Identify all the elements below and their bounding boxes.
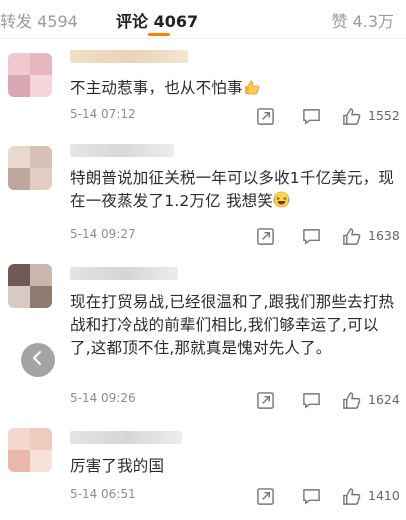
reply-icon[interactable] bbox=[300, 389, 322, 411]
comment-meta: 5-14 09:26 1624 bbox=[70, 389, 406, 411]
comment-meta: 5-14 09:27 1638 bbox=[70, 225, 406, 247]
comment-item: 现在打贸易战,已经很温和了,跟我们那些去打热战和打冷战的前辈们相比,我们够幸运了… bbox=[0, 254, 406, 418]
tab-repost[interactable]: 转发 4594 bbox=[0, 8, 78, 32]
reply-icon[interactable] bbox=[300, 485, 322, 507]
comment-time: 5-14 07:12 bbox=[70, 107, 136, 121]
like-icon[interactable] bbox=[340, 389, 362, 411]
like-count: 1624 bbox=[368, 392, 400, 407]
comment-text: 特朗普说加征关税一年可以多收1千亿美元，现在一夜蒸发了1.2万亿 我想笑 bbox=[70, 167, 398, 215]
share-icon[interactable] bbox=[254, 225, 276, 247]
username[interactable] bbox=[70, 267, 178, 280]
chevron-left-icon bbox=[31, 350, 45, 370]
like-icon[interactable] bbox=[340, 105, 362, 127]
avatar[interactable] bbox=[8, 264, 52, 308]
like-count: 1410 bbox=[368, 488, 400, 503]
like-count: 1552 bbox=[368, 108, 400, 123]
like-icon[interactable] bbox=[340, 225, 362, 247]
avatar[interactable] bbox=[8, 53, 52, 97]
thumbs-up-emoji bbox=[243, 79, 261, 102]
username[interactable] bbox=[70, 50, 188, 63]
reply-icon[interactable] bbox=[300, 225, 322, 247]
avatar[interactable] bbox=[8, 146, 52, 190]
comment-text-content: 厉害了我的国 bbox=[70, 457, 165, 475]
comment-item: 不主动惹事，也从不怕事 5-14 07:12 1552 bbox=[0, 38, 406, 134]
reply-icon[interactable] bbox=[300, 105, 322, 127]
like-count: 1638 bbox=[368, 228, 400, 243]
tab-like[interactable]: 赞 4.3万 bbox=[331, 8, 394, 32]
username[interactable] bbox=[70, 144, 174, 157]
back-button[interactable] bbox=[21, 343, 55, 377]
comment-time: 5-14 06:51 bbox=[70, 487, 136, 501]
like-icon[interactable] bbox=[340, 485, 362, 507]
comment-item: 特朗普说加征关税一年可以多收1千亿美元，现在一夜蒸发了1.2万亿 我想笑 5-1… bbox=[0, 134, 406, 254]
comment-text: 现在打贸易战,已经很温和了,跟我们那些去打热战和打冷战的前辈们相比,我们够幸运了… bbox=[70, 291, 398, 360]
comment-text-content: 特朗普说加征关税一年可以多收1千亿美元，现在一夜蒸发了1.2万亿 我想笑 bbox=[70, 169, 395, 210]
tab-like-label: 赞 bbox=[331, 12, 348, 31]
avatar[interactable] bbox=[8, 428, 52, 472]
tab-like-count: 4.3万 bbox=[352, 12, 394, 31]
comment-meta: 5-14 07:12 1552 bbox=[70, 105, 406, 127]
comment-meta: 5-14 06:51 1410 bbox=[70, 485, 406, 507]
tab-comment[interactable]: 评论 4067 bbox=[116, 8, 198, 32]
comment-text-content: 现在打贸易战,已经很温和了,跟我们那些去打热战和打冷战的前辈们相比,我们够幸运了… bbox=[70, 293, 395, 357]
tab-comment-count: 4067 bbox=[153, 12, 199, 31]
comment-time: 5-14 09:27 bbox=[70, 227, 136, 241]
share-icon[interactable] bbox=[254, 389, 276, 411]
comment-tabs: 转发 4594 评论 4067 赞 4.3万 bbox=[0, 0, 406, 39]
tab-repost-count: 4594 bbox=[37, 12, 78, 31]
tab-comment-label: 评论 bbox=[116, 12, 149, 31]
tab-repost-label: 转发 bbox=[0, 12, 33, 31]
share-icon[interactable] bbox=[254, 485, 276, 507]
comment-text: 厉害了我的国 bbox=[70, 455, 398, 478]
username[interactable] bbox=[70, 431, 182, 444]
active-tab-indicator bbox=[148, 33, 170, 36]
comment-time: 5-14 09:26 bbox=[70, 391, 136, 405]
comment-text-content: 不主动惹事，也从不怕事 bbox=[70, 79, 243, 97]
share-icon[interactable] bbox=[254, 105, 276, 127]
laughing-crying-emoji bbox=[273, 191, 290, 215]
comment-item: 厉害了我的国 5-14 06:51 1410 bbox=[0, 418, 406, 520]
comment-text: 不主动惹事，也从不怕事 bbox=[70, 77, 398, 102]
